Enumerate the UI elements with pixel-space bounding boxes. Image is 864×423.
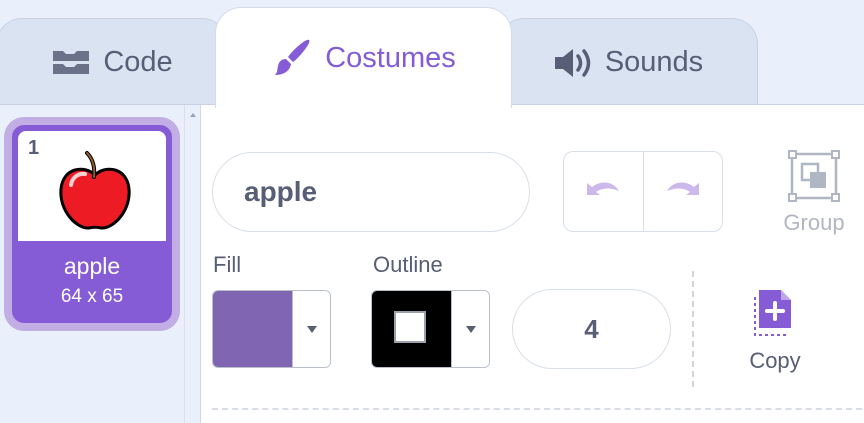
apple-icon (59, 151, 131, 230)
outline-width-input[interactable] (512, 289, 671, 369)
code-blocks-icon (51, 49, 91, 77)
group-label: Group (783, 210, 845, 235)
fill-color-swatch[interactable] (213, 291, 292, 367)
redo-button[interactable] (642, 152, 723, 231)
outline-label: Outline (373, 252, 443, 277)
redo-icon (663, 177, 703, 206)
costume-list-scrollbar[interactable] (184, 105, 201, 423)
costume-thumbnail: 1 (18, 131, 166, 241)
outline-swatch-inner (394, 311, 426, 343)
speaker-icon (553, 46, 593, 80)
costume-item[interactable]: 1 apple 64 x 65 (4, 117, 180, 331)
group-button[interactable]: Group (775, 150, 853, 240)
outline-dropdown-button[interactable] (451, 291, 489, 367)
undo-button[interactable] (564, 152, 643, 231)
undo-icon (583, 177, 623, 206)
tab-code-label: Code (103, 46, 173, 78)
fill-dropdown-button[interactable] (292, 291, 330, 367)
outline-color-picker[interactable] (371, 290, 490, 368)
undo-redo-group (563, 151, 723, 232)
fill-color-picker[interactable] (212, 290, 331, 368)
copy-button[interactable]: Copy (742, 287, 808, 379)
tab-costumes-label: Costumes (325, 41, 456, 74)
costume-name-input[interactable] (212, 152, 530, 232)
tab-code[interactable]: Code (0, 18, 228, 106)
outline-color-swatch[interactable] (372, 291, 451, 367)
costume-item-size: 64 x 65 (60, 286, 124, 307)
paintbrush-icon (271, 37, 313, 79)
scroll-up-arrow-icon[interactable] (190, 113, 196, 117)
costume-number: 1 (28, 137, 40, 159)
toolbar-bottom-divider (212, 408, 862, 410)
fill-label: Fill (213, 252, 242, 277)
chevron-down-icon (465, 325, 476, 333)
tab-sounds[interactable]: Sounds (498, 18, 758, 106)
costume-item-name: apple (63, 253, 121, 279)
chevron-down-icon (306, 325, 317, 333)
copy-label: Copy (749, 348, 801, 373)
tab-sounds-label: Sounds (604, 46, 704, 78)
tab-costumes[interactable]: Costumes (215, 7, 512, 108)
toolbar-divider (692, 271, 694, 387)
